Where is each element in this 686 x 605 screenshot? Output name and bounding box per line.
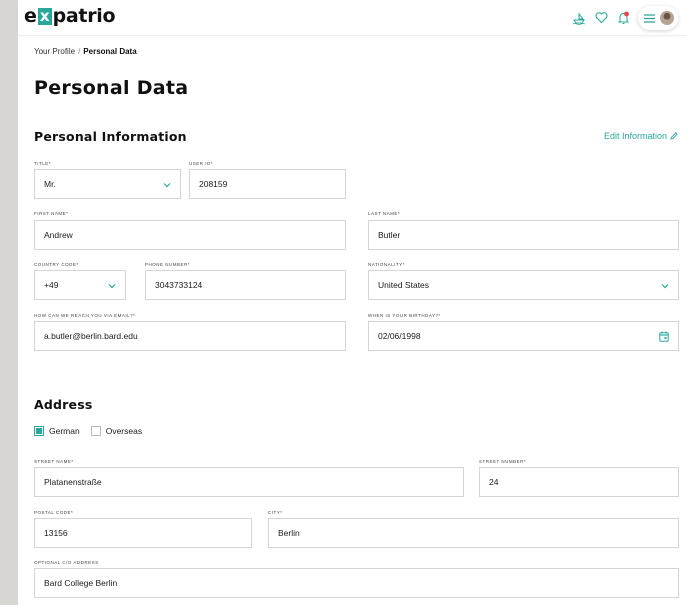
phone-label: PHONE NUMBER* [145, 262, 191, 267]
street-name-label: STREET NAME* [34, 459, 74, 464]
edit-information-link[interactable]: Edit Information [604, 131, 678, 141]
nationality-value: United States [378, 280, 430, 290]
breadcrumb: Your Profile / Personal Data [34, 47, 137, 56]
last-name-field[interactable]: Butler [368, 220, 679, 250]
co-address-value: Bard College Berlin [44, 578, 118, 588]
co-address-field[interactable]: Bard College Berlin [34, 568, 679, 598]
street-name-value: Platanenstraße [44, 477, 102, 487]
birthday-value: 02/06/1998 [378, 331, 421, 341]
last-name-label: LAST NAME* [368, 211, 401, 216]
email-value: a.butler@berlin.bard.edu [44, 331, 138, 341]
user-menu-button[interactable] [638, 6, 678, 30]
phone-field[interactable]: 3043733124 [145, 270, 346, 300]
chevron-down-icon [163, 183, 171, 188]
address-type-options: German Overseas [34, 426, 142, 436]
city-label: CITY* [268, 510, 283, 515]
chevron-down-icon [108, 284, 116, 289]
street-number-value: 24 [489, 477, 499, 487]
postal-code-field[interactable]: 13156 [34, 518, 252, 548]
title-value: Mr. [44, 179, 56, 189]
nationality-label: NATIONALITY* [368, 262, 405, 267]
street-number-label: STREET NUMBER* [479, 459, 527, 464]
email-field[interactable]: a.butler@berlin.bard.edu [34, 321, 346, 351]
top-icons [572, 6, 678, 30]
breadcrumb-your-profile[interactable]: Your Profile [34, 47, 75, 56]
page-title: Personal Data [34, 77, 189, 99]
expatrio-logo[interactable]: e x patrio [24, 5, 116, 27]
country-code-value: +49 [44, 280, 59, 290]
german-checkbox[interactable] [34, 426, 44, 436]
nationality-select[interactable]: United States [368, 270, 679, 300]
user-id-label: USER ID* [189, 161, 214, 166]
email-label: HOW CAN WE REACH YOU VIA EMAIL?* [34, 313, 136, 318]
city-field[interactable]: Berlin [268, 518, 679, 548]
postal-code-value: 13156 [44, 528, 68, 538]
edit-information-label: Edit Information [603, 131, 667, 141]
pencil-icon [670, 132, 678, 140]
user-id-field[interactable]: 208159 [189, 169, 346, 199]
overseas-checkbox[interactable] [90, 426, 101, 436]
title-select[interactable]: Mr. [34, 169, 181, 199]
breadcrumb-separator: / [78, 47, 81, 56]
personal-info-heading: Personal Information [34, 129, 187, 144]
avatar [660, 11, 674, 25]
title-label: TITLE* [34, 161, 52, 166]
boat-icon[interactable] [572, 11, 586, 25]
overseas-label: Overseas [105, 426, 143, 436]
page: e x patrio Your Profile / Personal Data Pers… [18, 0, 686, 605]
phone-value: 3043733124 [155, 280, 203, 290]
chevron-down-icon [661, 284, 669, 289]
address-heading: Address [34, 397, 93, 412]
calendar-icon[interactable] [659, 331, 669, 342]
birthday-field[interactable]: 02/06/1998 [368, 321, 679, 351]
first-name-field[interactable]: Andrew [34, 220, 346, 250]
street-number-field[interactable]: 24 [479, 467, 679, 497]
heart-icon[interactable] [594, 11, 608, 25]
top-nav-bar: e x patrio [18, 0, 686, 36]
co-address-label: OPTIONAL C/O ADDRESS [34, 560, 99, 565]
country-code-select[interactable]: +49 [34, 270, 126, 300]
first-name-value: Andrew [44, 230, 73, 240]
postal-code-label: POSTAL CODE* [34, 510, 74, 515]
menu-icon [642, 11, 656, 25]
breadcrumb-current: Personal Data [83, 47, 137, 56]
street-name-field[interactable]: Platanenstraße [34, 467, 464, 497]
country-code-label: COUNTRY CODE* [34, 262, 79, 267]
first-name-label: FIRST NAME* [34, 211, 69, 216]
city-value: Berlin [278, 528, 300, 538]
user-id-value: 208159 [199, 179, 228, 189]
bell-icon[interactable] [616, 11, 630, 25]
german-label: German [49, 426, 80, 436]
birthday-label: WHEN IS YOUR BIRTHDAY?* [368, 313, 441, 318]
last-name-value: Butler [378, 230, 401, 240]
